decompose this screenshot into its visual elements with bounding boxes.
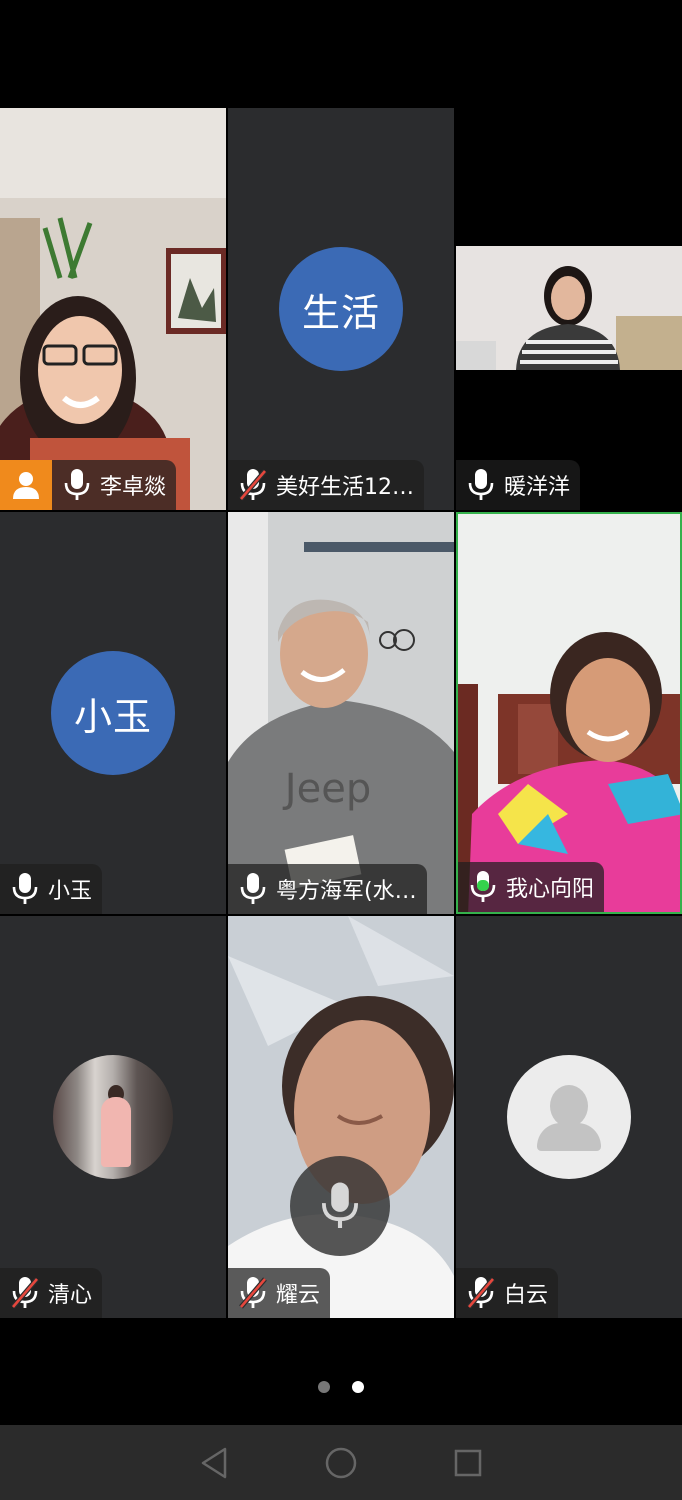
participant-name: 清心	[48, 1283, 93, 1308]
host-person-icon	[13, 472, 39, 499]
participant-name: 美好生活12…	[276, 475, 414, 500]
participant-tile[interactable]: 暖洋洋	[456, 108, 682, 510]
system-navigation-bar	[0, 1425, 682, 1500]
participant-tile[interactable]: 耀云	[228, 916, 454, 1318]
participant-name-label: 李卓燚	[52, 460, 177, 510]
avatar: 生活	[279, 247, 403, 371]
participant-tile[interactable]: 生活 美好生活12…	[228, 108, 454, 510]
microphone-speaking-icon[interactable]	[468, 870, 498, 904]
back-button[interactable]	[197, 1446, 231, 1480]
participant-name: 耀云	[276, 1283, 321, 1308]
participant-name-label: 粤方海军(水…	[228, 864, 427, 914]
participant-name-label: 小玉	[0, 864, 103, 914]
participant-name: 粤方海军(水…	[276, 879, 417, 904]
back-triangle-icon	[201, 1447, 226, 1478]
participant-tile[interactable]: 清心	[0, 916, 226, 1318]
participant-name: 李卓燚	[100, 475, 167, 500]
microphone-icon[interactable]	[238, 872, 268, 906]
participant-name: 我心向阳	[506, 877, 595, 902]
microphone-icon	[321, 1182, 359, 1228]
microphone-icon[interactable]	[10, 872, 40, 906]
participant-video	[456, 246, 682, 370]
microphone-muted-icon[interactable]	[238, 1276, 268, 1310]
page-indicator[interactable]	[0, 1381, 682, 1393]
page-dot[interactable]	[318, 1381, 330, 1393]
microphone-muted-icon[interactable]	[238, 468, 268, 502]
participant-name-label: 美好生活12…	[228, 460, 424, 510]
page-dot-current[interactable]	[352, 1381, 364, 1393]
svg-text:Jeep: Jeep	[282, 766, 371, 812]
participant-video	[0, 108, 226, 510]
participant-tile[interactable]: 李卓燚	[0, 108, 226, 510]
participant-name-label: 耀云	[228, 1268, 331, 1318]
participant-tile[interactable]: Jeep 粤方海军(水…	[228, 512, 454, 914]
home-circle-icon	[325, 1447, 357, 1478]
participant-grid: 李卓燚 生活 美好生活12… 暖洋洋 小玉 小玉 Jeep 粤方海军(水… 我心…	[0, 108, 682, 1318]
microphone-muted-icon[interactable]	[466, 1276, 496, 1310]
participant-video	[458, 514, 680, 912]
microphone-icon[interactable]	[466, 468, 496, 502]
participant-video	[228, 916, 454, 1318]
participant-tile-active-speaker[interactable]: 我心向阳	[456, 512, 682, 914]
participant-name-label: 白云	[456, 1268, 559, 1318]
microphone-muted-icon[interactable]	[10, 1276, 40, 1310]
participant-name-label: 我心向阳	[458, 862, 605, 912]
participant-name-label: 暖洋洋	[456, 460, 581, 510]
participant-tile[interactable]: 白云	[456, 916, 682, 1318]
participant-tile[interactable]: 小玉 小玉	[0, 512, 226, 914]
host-badge	[0, 460, 52, 510]
participant-name: 暖洋洋	[504, 475, 571, 500]
avatar	[53, 1055, 173, 1179]
participant-name-label: 清心	[0, 1268, 103, 1318]
home-button[interactable]	[324, 1446, 358, 1480]
unmute-button[interactable]	[290, 1156, 390, 1256]
recents-square-icon	[455, 1449, 482, 1476]
microphone-icon[interactable]	[62, 468, 92, 502]
participant-name: 白云	[504, 1283, 549, 1308]
participant-name: 小玉	[48, 879, 93, 904]
recents-button[interactable]	[451, 1446, 485, 1480]
default-avatar-icon	[507, 1055, 631, 1179]
avatar: 小玉	[51, 651, 175, 775]
participant-video: Jeep	[228, 512, 454, 914]
